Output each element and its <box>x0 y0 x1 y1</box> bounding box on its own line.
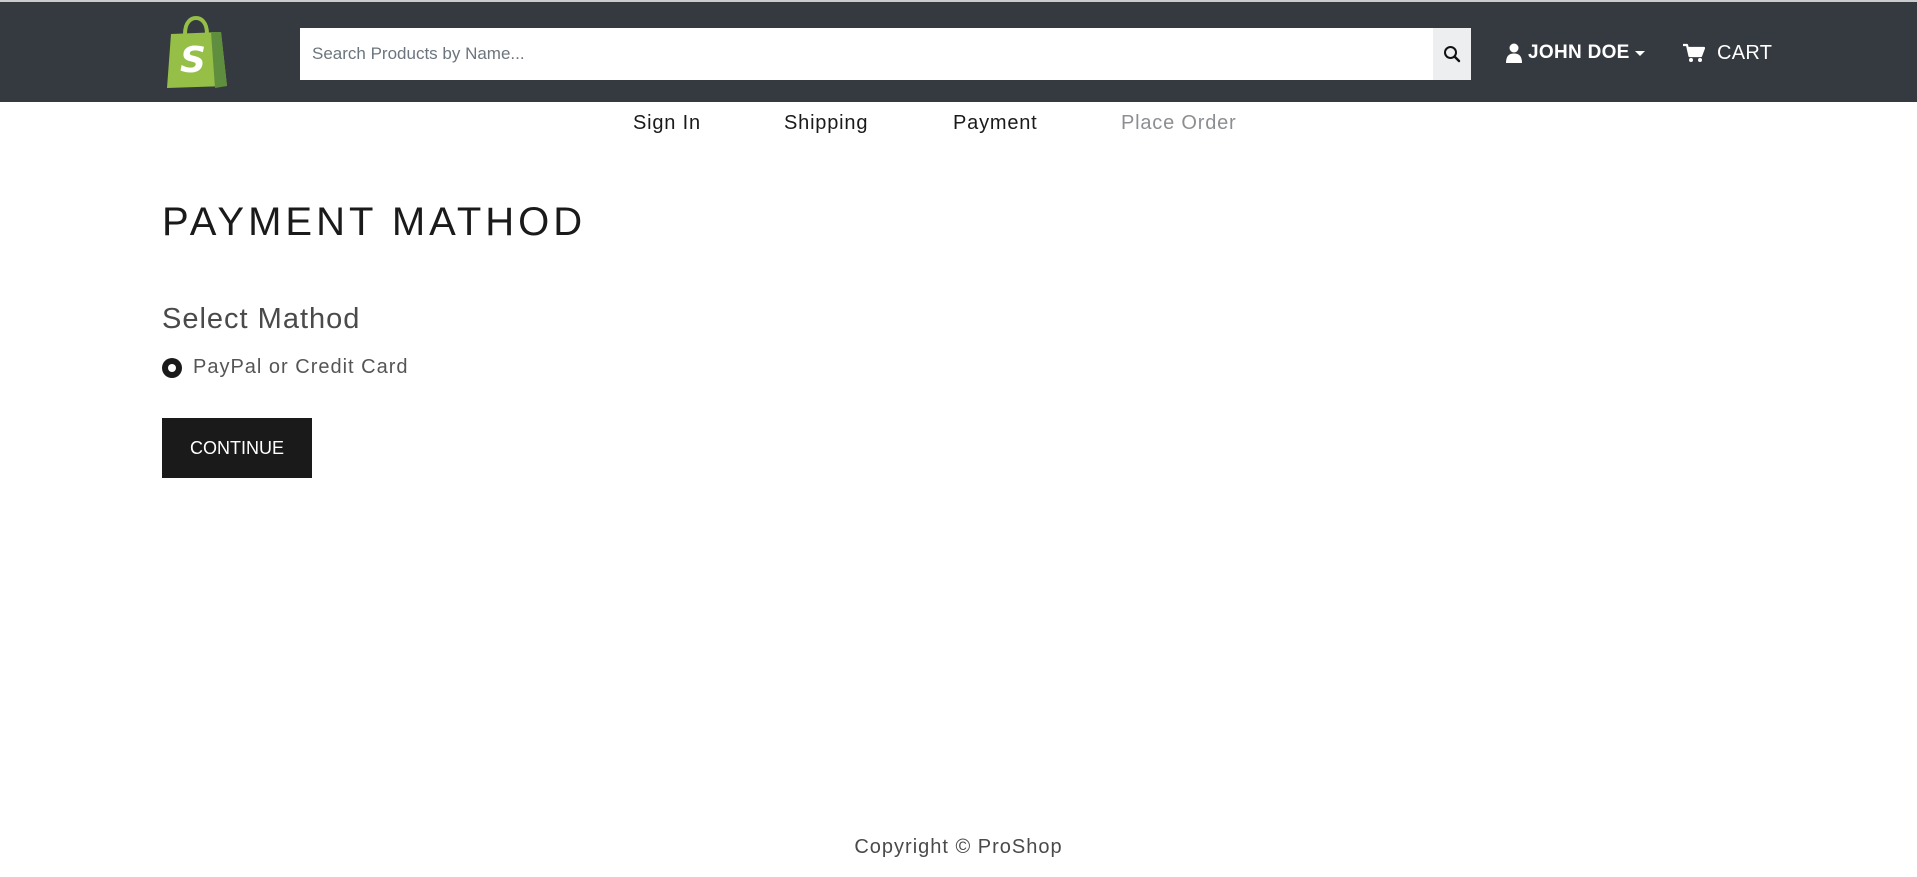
step-sign-in[interactable]: Sign In <box>633 112 701 135</box>
search-icon <box>1444 46 1461 63</box>
checkout-steps: Sign In Shipping Payment Place Order <box>0 112 1917 142</box>
shop-logo-icon[interactable]: S <box>163 15 229 90</box>
svg-text:S: S <box>180 40 206 81</box>
user-menu-label: JOHN DOE <box>1528 42 1630 63</box>
search-bar <box>300 28 1471 80</box>
paypal-radio-label[interactable]: PayPal or Credit Card <box>193 356 409 379</box>
search-input[interactable] <box>300 28 1433 80</box>
page-title: PAYMENT MATHOD <box>162 200 587 244</box>
cart-label: CART <box>1717 41 1773 64</box>
search-button[interactable] <box>1433 28 1471 80</box>
paypal-radio[interactable] <box>162 357 182 378</box>
step-place-order: Place Order <box>1121 112 1237 134</box>
cart-icon <box>1683 43 1705 62</box>
chevron-down-icon <box>1634 50 1645 56</box>
form-legend: Select Mathod <box>162 303 361 335</box>
step-payment[interactable]: Payment <box>953 112 1038 135</box>
step-shipping[interactable]: Shipping <box>784 112 868 135</box>
top-navbar: S JOHN DOE CART <box>0 0 1917 102</box>
user-menu-dropdown[interactable]: JOHN DOE <box>1506 38 1645 68</box>
continue-button[interactable]: CONTINUE <box>162 418 312 478</box>
footer-copyright: Copyright © ProShop <box>854 836 1063 858</box>
cart-link[interactable]: CART <box>1683 38 1772 68</box>
payment-method-option[interactable]: PayPal or Credit Card <box>162 356 409 379</box>
user-icon <box>1506 43 1522 63</box>
